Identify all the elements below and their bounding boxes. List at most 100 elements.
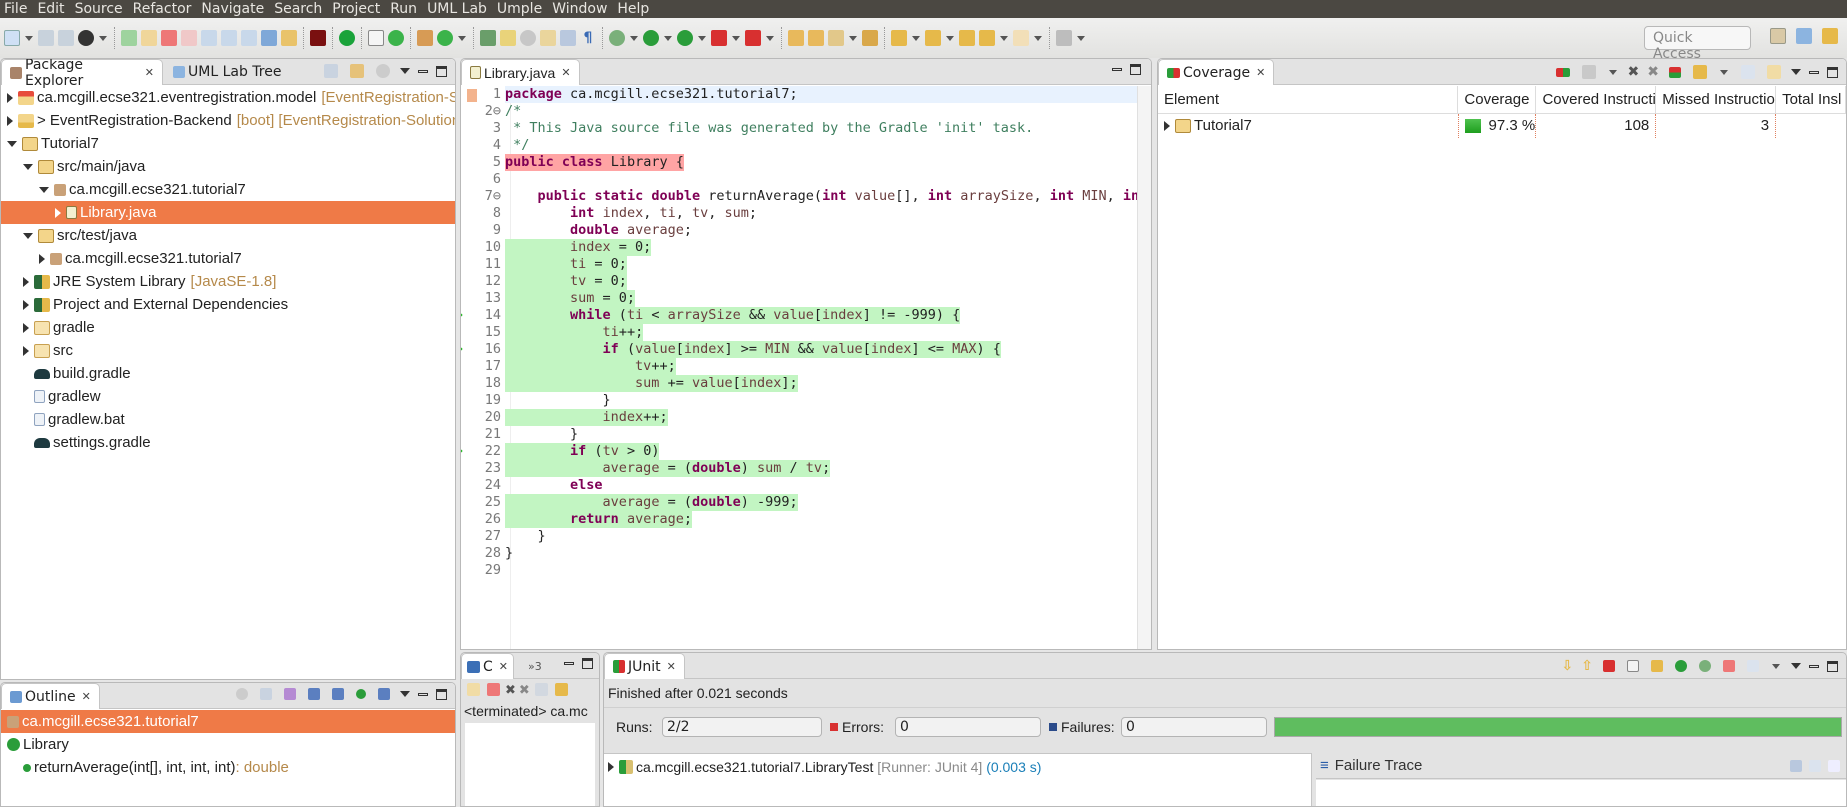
open-project-icon[interactable]	[788, 30, 804, 46]
tree-item[interactable]: ca.mcgill.ecse321.tutorial7	[1, 710, 455, 733]
pin-editor-icon[interactable]	[1056, 30, 1072, 46]
tab-uml-lab-tree[interactable]: UML Lab Tree	[165, 59, 289, 85]
maximize-icon[interactable]	[436, 65, 447, 77]
column-header-element[interactable]: Element	[1158, 86, 1458, 113]
minimize-icon[interactable]	[418, 69, 428, 73]
scroll-lock-icon[interactable]	[554, 683, 568, 696]
paragraph-icon[interactable]: ¶	[580, 30, 596, 46]
link-editor-icon[interactable]	[350, 64, 364, 78]
expand-icon[interactable]	[23, 322, 29, 333]
hide-local-types-icon[interactable]	[378, 688, 390, 700]
menu-edit[interactable]: Edit	[33, 0, 70, 18]
tab-coverage[interactable]: Coverage ✕	[1158, 59, 1275, 85]
remove-session-icon[interactable]: ✖	[1628, 64, 1640, 80]
code-line[interactable]: 12 tv = 0;	[485, 273, 1137, 290]
focus-icon[interactable]	[376, 64, 390, 78]
mark-occurrences-icon[interactable]	[520, 30, 536, 46]
tree-item[interactable]: gradle	[1, 316, 455, 339]
resume-icon[interactable]	[121, 30, 137, 46]
link-editor-icon[interactable]	[1767, 65, 1781, 79]
close-icon[interactable]: ✕	[667, 660, 676, 673]
sort-icon[interactable]	[284, 688, 296, 700]
code-line[interactable]: 25 average = (double) -999;	[485, 494, 1137, 511]
maximize-icon[interactable]	[582, 658, 593, 669]
tree-item[interactable]: src	[1, 339, 455, 362]
spring-boot-icon[interactable]	[339, 30, 355, 46]
code-line[interactable]: 14 while (ti < arraySize && value[index]…	[461, 307, 1137, 324]
collapse-icon[interactable]	[23, 232, 33, 239]
code-line[interactable]: 29	[485, 562, 1137, 579]
tree-item[interactable]: > EventRegistration-Backend [boot] [Event…	[1, 109, 455, 132]
new-class-dropdown-icon[interactable]	[458, 35, 466, 41]
modeling-perspective-icon[interactable]	[1796, 28, 1812, 44]
tab-package-explorer[interactable]: Package Explorer ✕	[1, 59, 163, 89]
scroll-lock-icon[interactable]	[1651, 660, 1663, 672]
menu-help[interactable]: Help	[613, 0, 655, 18]
code-line[interactable]: 8 int index, ti, tv, sum;	[493, 205, 1137, 222]
hide-fields-icon[interactable]	[308, 688, 320, 700]
expand-icon[interactable]	[7, 115, 13, 126]
remove-all-launches-icon[interactable]: ✖	[519, 683, 530, 698]
toggle-highlight-icon[interactable]	[500, 30, 516, 46]
code-line[interactable]: 21 }	[485, 426, 1137, 443]
next-failure-icon[interactable]: ⇩	[1562, 658, 1574, 674]
collapse-icon[interactable]	[7, 140, 17, 147]
open-file-icon[interactable]	[862, 30, 878, 46]
code-line[interactable]: 17 tv++;	[485, 358, 1137, 375]
relaunch-coverage-icon[interactable]	[1555, 67, 1570, 77]
stop-icon[interactable]	[711, 30, 727, 46]
tree-item[interactable]: src/main/java	[1, 155, 455, 178]
code-line[interactable]: 23 average = (double) sum / tv;	[485, 460, 1137, 477]
code-line[interactable]: 5 public class Library {	[493, 154, 1137, 171]
terminate-icon[interactable]	[487, 683, 500, 696]
disconnect-icon[interactable]	[181, 30, 197, 46]
collapse-icon[interactable]	[39, 186, 49, 193]
new-class-icon[interactable]	[437, 30, 453, 46]
new-dropdown-icon[interactable]	[25, 35, 33, 41]
code-line[interactable]: 10 index = 0;	[485, 239, 1137, 256]
menu-run[interactable]: Run	[386, 0, 423, 18]
close-icon[interactable]: ✕	[1256, 66, 1265, 79]
menu-refactor[interactable]: Refactor	[129, 0, 198, 18]
view-menu-icon[interactable]	[400, 68, 410, 74]
code-area[interactable]: 1 package ca.mcgill.ecse321.tutorial7; 2⊖ /…	[461, 86, 1147, 649]
previous-annotation-icon[interactable]	[925, 30, 941, 46]
tree-item[interactable]: settings.gradle	[1, 431, 455, 454]
collapse-icon[interactable]	[23, 163, 33, 170]
minimize-icon[interactable]	[564, 662, 574, 665]
code-line[interactable]: 4 */	[493, 137, 1137, 154]
tree-item[interactable]: JRE System Library [JavaSE-1.8]	[1, 270, 455, 293]
search-icon[interactable]	[828, 30, 844, 46]
tree-item[interactable]: Library	[1, 733, 455, 756]
collapse-all-icon[interactable]	[1741, 65, 1755, 79]
stop-dropdown-icon[interactable]	[732, 35, 740, 41]
tab-junit[interactable]: JUnit ✕	[604, 653, 685, 679]
expand-icon[interactable]	[7, 92, 13, 103]
tree-item[interactable]: build.gradle	[1, 362, 455, 385]
code-line[interactable]: 9 double average;	[493, 222, 1137, 239]
code-line[interactable]: 22 if (tv > 0)	[461, 443, 1137, 460]
collapse-all-icon[interactable]	[260, 688, 272, 700]
remove-launch-icon[interactable]: ✖	[505, 683, 516, 698]
collapse-all-icon[interactable]	[324, 64, 338, 78]
tree-item[interactable]: gradlew	[1, 385, 455, 408]
code-line[interactable]: 16 if (value[index] >= MIN && value[inde…	[461, 341, 1137, 358]
maximize-icon[interactable]	[1827, 66, 1838, 78]
code-line[interactable]: 27 }	[485, 528, 1137, 545]
search-dropdown-icon[interactable]	[849, 35, 857, 41]
open-type-icon[interactable]	[480, 30, 496, 46]
focus-icon[interactable]	[236, 688, 248, 700]
code-line[interactable]: 19 }	[485, 392, 1137, 409]
console-output[interactable]	[465, 723, 595, 806]
step-into-icon[interactable]	[201, 30, 217, 46]
coverage-dropdown-icon[interactable]	[698, 35, 706, 41]
hide-nonpublic-icon[interactable]	[356, 689, 366, 699]
expand-icon[interactable]	[39, 253, 45, 264]
terminate-icon[interactable]	[161, 30, 177, 46]
column-header-total-instructions[interactable]: Total Insl	[1776, 86, 1846, 113]
close-icon[interactable]: ✕	[82, 690, 91, 703]
tree-item[interactable]: returnAverage(int[], int, int, int) : do…	[1, 756, 455, 779]
tab-outline[interactable]: Outline ✕	[1, 683, 100, 709]
run-icon[interactable]	[643, 30, 659, 46]
test-row[interactable]: ca.mcgill.ecse321.tutorial7.LibraryTest …	[604, 754, 1311, 780]
